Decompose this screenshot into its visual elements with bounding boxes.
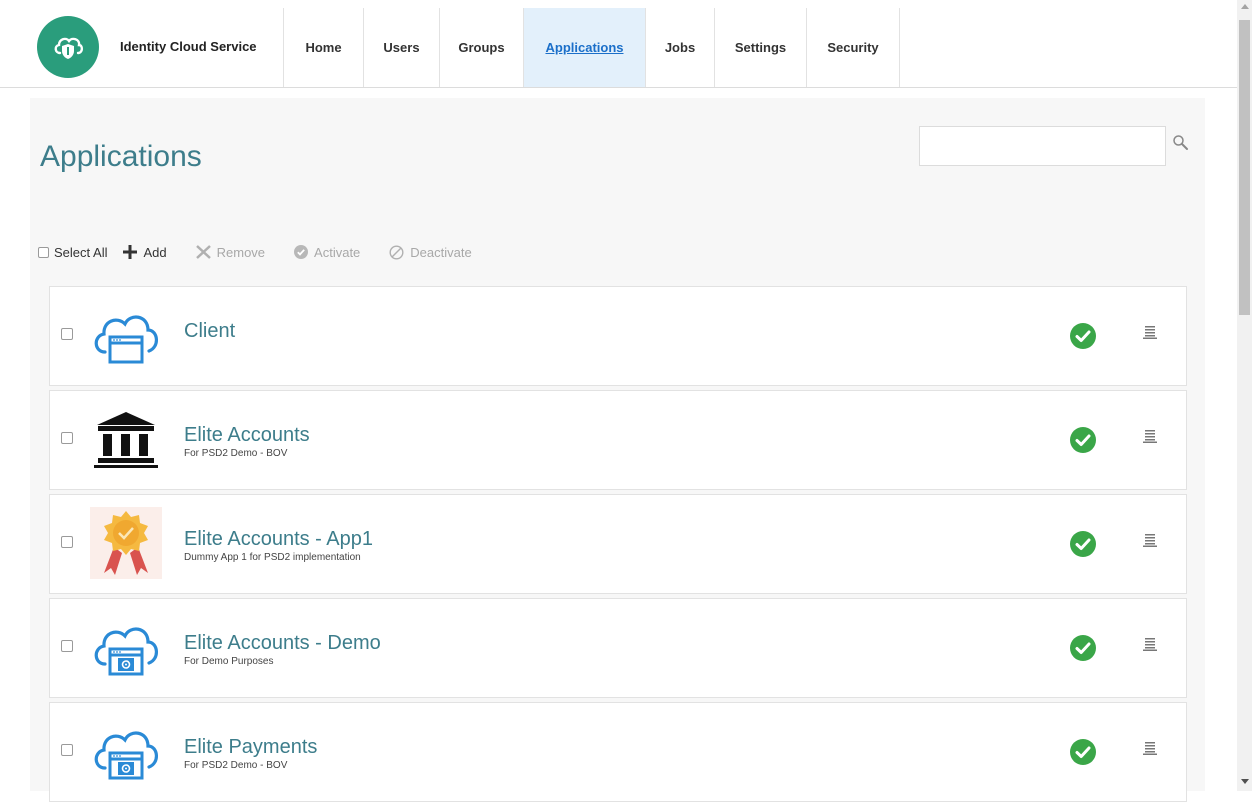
- app-description: For PSD2 Demo - BOV: [184, 448, 288, 459]
- list-item[interactable]: Elite Accounts - App1 Dummy App 1 for PS…: [49, 494, 1187, 594]
- main-nav: Home Users Groups Applications Jobs Sett…: [283, 8, 900, 87]
- active-status-icon: [1070, 427, 1096, 453]
- scroll-down-arrow-icon[interactable]: [1241, 779, 1249, 784]
- remove-label: Remove: [216, 244, 266, 260]
- app-icon: [90, 299, 162, 371]
- app-description: For PSD2 Demo - BOV: [184, 760, 288, 771]
- app-name[interactable]: Elite Accounts: [184, 424, 310, 447]
- scroll-up-arrow-icon[interactable]: [1241, 4, 1249, 9]
- page-title: Applications: [40, 140, 202, 173]
- checkbox-icon: [38, 246, 49, 258]
- deactivate-button[interactable]: Deactivate: [389, 244, 472, 260]
- app-name[interactable]: Elite Accounts - Demo: [184, 632, 381, 655]
- row-checkbox[interactable]: [61, 328, 73, 340]
- add-label: Add: [143, 244, 167, 260]
- page-scrollbar[interactable]: [1237, 0, 1252, 791]
- brand-name: Identity Cloud Service: [120, 39, 257, 54]
- app-description: For Demo Purposes: [184, 656, 274, 667]
- nav-home[interactable]: Home: [283, 8, 363, 87]
- app-icon: [90, 403, 162, 475]
- logo[interactable]: [37, 16, 99, 78]
- application-list: Client Elite Accounts For PSD2 Demo - BO…: [49, 286, 1187, 806]
- nav-users[interactable]: Users: [363, 8, 439, 87]
- row-checkbox[interactable]: [61, 640, 73, 652]
- activate-label: Activate: [314, 244, 361, 260]
- nav-jobs[interactable]: Jobs: [645, 8, 714, 87]
- deactivate-label: Deactivate: [410, 244, 472, 260]
- search-icon[interactable]: [1172, 134, 1190, 152]
- app-description: Dummy App 1 for PSD2 implementation: [184, 552, 361, 563]
- list-item[interactable]: Elite Accounts - Demo For Demo Purposes: [49, 598, 1187, 698]
- row-menu-icon[interactable]: [1143, 533, 1157, 547]
- row-checkbox[interactable]: [61, 744, 73, 756]
- add-button[interactable]: Add: [123, 244, 167, 260]
- applications-panel: Applications Select All Add Remove Activ…: [30, 98, 1205, 802]
- row-menu-icon[interactable]: [1143, 429, 1157, 443]
- list-item[interactable]: Elite Payments For PSD2 Demo - BOV: [49, 702, 1187, 802]
- app-name[interactable]: Elite Accounts - App1: [184, 528, 373, 551]
- cloud-gear-icon: [94, 627, 158, 676]
- cloud-shield-icon: [54, 37, 84, 59]
- list-item[interactable]: Client: [49, 286, 1187, 386]
- app-name[interactable]: Elite Payments: [184, 736, 317, 759]
- nav-groups[interactable]: Groups: [439, 8, 523, 87]
- app-name[interactable]: Client: [184, 320, 235, 343]
- bank-icon: [94, 412, 158, 468]
- select-all-label: Select All: [54, 244, 108, 260]
- search-input[interactable]: [919, 126, 1166, 166]
- active-status-icon: [1070, 323, 1096, 349]
- nav-applications[interactable]: Applications: [523, 8, 645, 87]
- row-menu-icon[interactable]: [1143, 637, 1157, 651]
- row-menu-icon[interactable]: [1143, 741, 1157, 755]
- scroll-thumb[interactable]: [1239, 20, 1250, 315]
- top-bar: Identity Cloud Service Home Users Groups…: [0, 8, 1237, 88]
- award-badge-icon: [104, 511, 148, 575]
- plus-icon: [123, 245, 138, 259]
- active-status-icon: [1070, 635, 1096, 661]
- ban-icon: [389, 244, 404, 260]
- app-icon: [90, 611, 162, 683]
- remove-button[interactable]: Remove: [195, 244, 266, 260]
- select-all-checkbox[interactable]: Select All: [38, 245, 107, 260]
- nav-settings[interactable]: Settings: [714, 8, 806, 87]
- row-menu-icon[interactable]: [1143, 325, 1157, 339]
- app-icon: [90, 715, 162, 787]
- check-circle-icon: [294, 245, 309, 259]
- active-status-icon: [1070, 531, 1096, 557]
- activate-button[interactable]: Activate: [294, 245, 360, 260]
- active-status-icon: [1070, 739, 1096, 765]
- cloud-window-icon: [94, 315, 158, 364]
- app-toolbar: Select All Add Remove Activate Deactivat…: [38, 242, 501, 262]
- app-icon: [90, 507, 162, 579]
- row-checkbox[interactable]: [61, 536, 73, 548]
- nav-security[interactable]: Security: [806, 8, 900, 87]
- close-icon: [195, 245, 211, 259]
- row-checkbox[interactable]: [61, 432, 73, 444]
- list-item[interactable]: Elite Accounts For PSD2 Demo - BOV: [49, 390, 1187, 490]
- cloud-gear-icon: [94, 731, 158, 780]
